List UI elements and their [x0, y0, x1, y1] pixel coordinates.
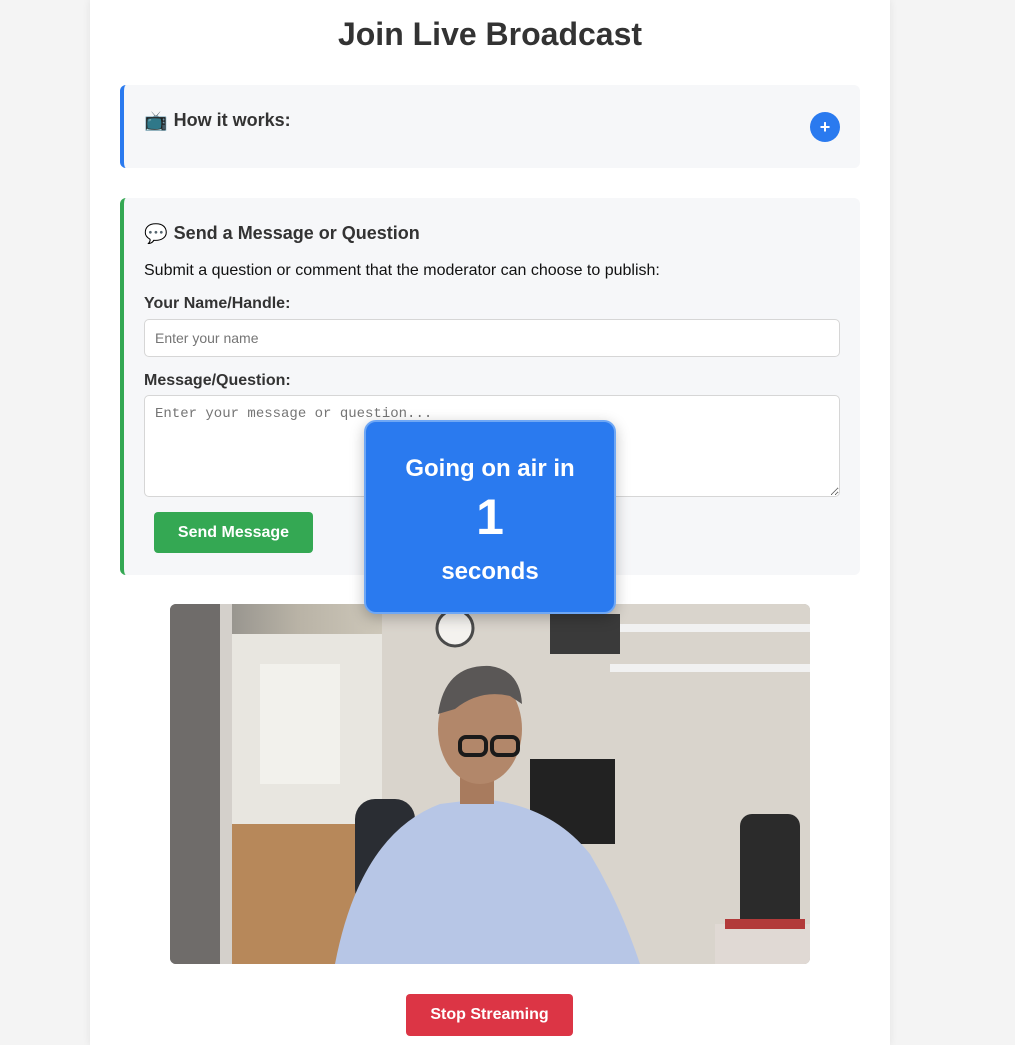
countdown-overlay: Going on air in 1 seconds: [364, 420, 616, 614]
webcam-feed-image: [170, 604, 810, 964]
speech-bubble-icon: 💬: [144, 223, 168, 245]
tv-icon: 📺: [144, 110, 168, 132]
how-it-works-title: How it works:: [173, 110, 291, 130]
send-message-heading: 💬 Send a Message or Question: [144, 222, 420, 245]
countdown-number: 1: [476, 489, 504, 545]
how-it-works-panel: 📺 How it works: +: [120, 85, 860, 168]
countdown-suffix: seconds: [441, 558, 539, 585]
countdown-prefix: Going on air in: [405, 455, 575, 482]
send-message-button[interactable]: Send Message: [154, 512, 313, 553]
page-title: Join Live Broadcast: [337, 16, 643, 52]
expand-how-it-works-button[interactable]: +: [810, 112, 840, 142]
how-it-works-heading: 📺 How it works:: [144, 109, 291, 132]
name-input[interactable]: [144, 319, 840, 357]
stop-streaming-button[interactable]: Stop Streaming: [406, 994, 573, 1036]
message-label: Message/Question:: [144, 372, 291, 389]
video-preview: [170, 604, 810, 964]
send-message-title: Send a Message or Question: [173, 223, 420, 243]
name-label: Your Name/Handle:: [144, 295, 291, 312]
send-message-description: Submit a question or comment that the mo…: [144, 262, 660, 279]
